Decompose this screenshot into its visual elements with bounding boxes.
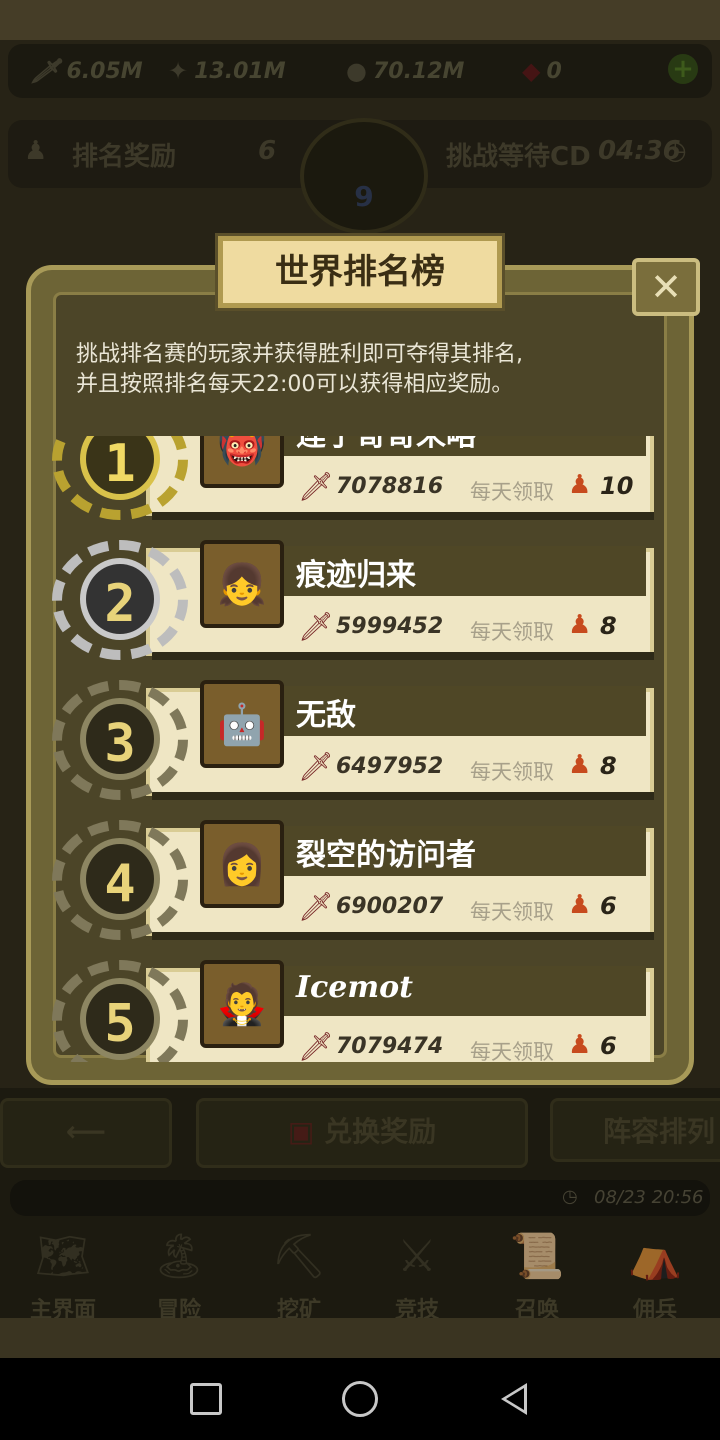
daily-claim-label: 每天领取 <box>470 620 554 644</box>
back-system-button[interactable] <box>474 1358 554 1440</box>
player-avatar[interactable]: 👧 <box>200 540 284 628</box>
circle-icon <box>342 1381 378 1417</box>
ranking-list[interactable]: 莲子哥哥来略 🗡 7078816 每天领取 ♟ 10 👹 1 痕迹归来 🗡 59… <box>50 436 670 1062</box>
recent-apps-button[interactable] <box>166 1358 246 1440</box>
triangle-back-icon <box>501 1383 527 1415</box>
reward-medal-icon: ♟ <box>568 610 592 640</box>
player-name: 无敌 <box>296 698 356 733</box>
player-power: 5999452 <box>336 614 444 639</box>
reward-amount: 8 <box>600 752 617 780</box>
rank-medal-bronze: 4 <box>52 820 188 940</box>
rank-medal-bronze: 3 <box>52 680 188 800</box>
sword-icon: 🗡 <box>298 750 334 783</box>
player-avatar[interactable]: 👹 <box>200 436 284 488</box>
player-avatar[interactable]: 👩 <box>200 820 284 908</box>
rank-medal-silver: 2 <box>52 540 188 660</box>
reward-amount: 6 <box>600 892 617 920</box>
ranking-entry[interactable]: 无敌 🗡 6497952 每天领取 ♟ 8 🤖 3 <box>50 680 670 800</box>
sword-icon: 🗡 <box>298 470 334 503</box>
square-icon <box>190 1383 222 1415</box>
reward-amount: 10 <box>600 472 634 500</box>
player-name: 裂空的访问者 <box>296 838 476 873</box>
player-power: 7079474 <box>336 1034 444 1059</box>
daily-claim-label: 每天领取 <box>470 1040 554 1062</box>
player-power: 7078816 <box>336 474 444 499</box>
reward-medal-icon: ♟ <box>568 470 592 500</box>
player-power: 6900207 <box>336 894 444 919</box>
reward-medal-icon: ♟ <box>568 890 592 920</box>
ranking-description: 挑战排名赛的玩家并获得胜利即可夺得其排名, 并且按照排名每天22:00可以获得相… <box>76 342 523 397</box>
sword-icon: 🗡 <box>298 890 334 923</box>
dialog-title: 世界排名榜 <box>218 236 502 308</box>
ranking-entry[interactable]: 痕迹归来 🗡 5999452 每天领取 ♟ 8 👧 2 <box>50 540 670 660</box>
player-avatar[interactable]: 🧛 <box>200 960 284 1048</box>
system-nav-bar <box>0 1358 720 1440</box>
player-power: 6497952 <box>336 754 444 779</box>
ranking-entry[interactable]: 莲子哥哥来略 🗡 7078816 每天领取 ♟ 10 👹 1 <box>50 436 670 520</box>
ranking-entry[interactable]: 裂空的访问者 🗡 6900207 每天领取 ♟ 6 👩 4 <box>50 820 670 940</box>
daily-claim-label: 每天领取 <box>470 760 554 784</box>
ranking-entry[interactable]: Icemot 🗡 7079474 每天领取 ♟ 6 🧛 5 <box>50 960 670 1062</box>
rank-medal-gold: 1 <box>52 436 188 520</box>
reward-amount: 8 <box>600 612 617 640</box>
reward-medal-icon: ♟ <box>568 1030 592 1060</box>
player-name: Icemot <box>296 970 413 1005</box>
daily-claim-label: 每天领取 <box>470 480 554 504</box>
player-name: 莲子哥哥来略 <box>296 436 476 454</box>
reward-amount: 6 <box>600 1032 617 1060</box>
player-name: 痕迹归来 <box>296 558 416 593</box>
sword-icon: 🗡 <box>298 610 334 643</box>
home-button[interactable] <box>320 1358 400 1440</box>
rank-medal-bronze: 5 <box>52 960 188 1062</box>
sword-icon: 🗡 <box>298 1030 334 1062</box>
close-button[interactable]: ✕ <box>632 258 700 316</box>
player-avatar[interactable]: 🤖 <box>200 680 284 768</box>
reward-medal-icon: ♟ <box>568 750 592 780</box>
daily-claim-label: 每天领取 <box>470 900 554 924</box>
